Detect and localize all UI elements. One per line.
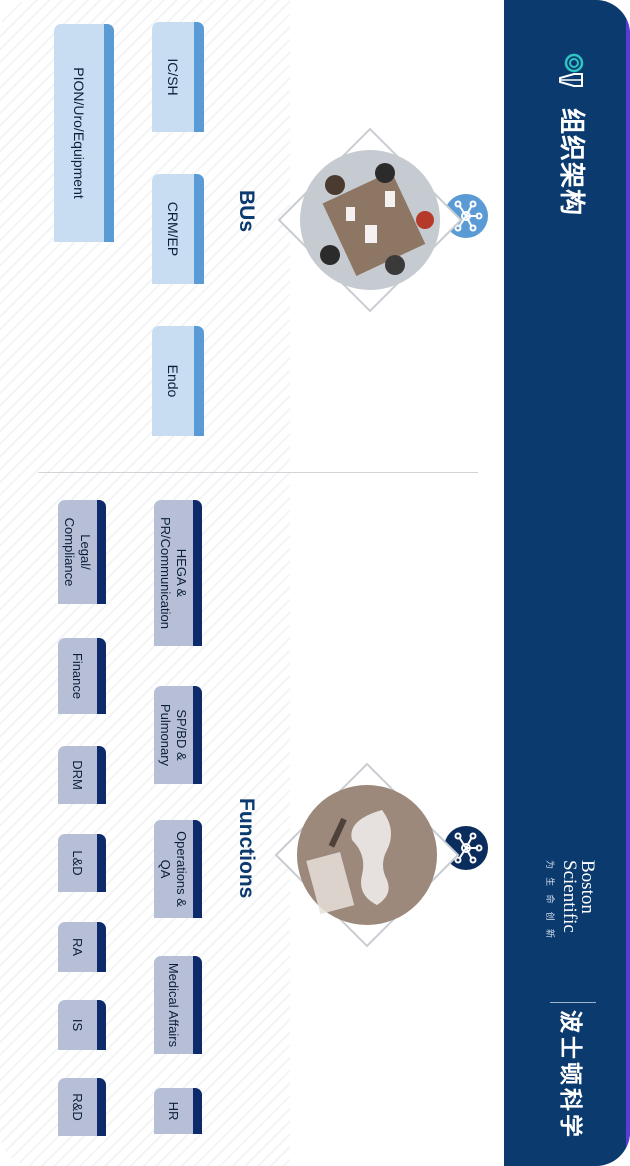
bu-tab-crm-ep[interactable]: CRM/EP — [152, 174, 204, 284]
bu-tab-endo[interactable]: Endo — [152, 326, 204, 436]
fn-tab-hega-pr-communication[interactable]: HEGA & PR/Communication — [154, 500, 202, 646]
fn-tab-label: DRM — [70, 760, 86, 790]
fn-tab-legal-compliance[interactable]: Legal/ Compliance — [58, 500, 106, 604]
fn-tab-r-and-d[interactable]: R&D — [58, 1078, 106, 1136]
bu-tab-ic-sh[interactable]: IC/SH — [152, 22, 204, 132]
fn-tab-is[interactable]: IS — [58, 1000, 106, 1050]
page-title: 组织架构 — [557, 108, 587, 217]
world-map-desk-photo — [274, 762, 460, 948]
bu-tab-label: CRM/EP — [165, 201, 181, 257]
fn-tab-label: Finance — [70, 652, 86, 700]
fn-tab-label: IS — [70, 1018, 86, 1032]
bu-tab-label: PION/Uro/Equipment — [71, 67, 87, 199]
bu-tab-pion-uro-equipment[interactable]: PION/Uro/Equipment — [54, 24, 114, 242]
brand-logo: Boston Scientific 为 生 命 创 新 — [544, 860, 598, 1000]
org-structure-slide: 组织架构 Boston Scientific 为 生 命 创 新 波士顿科学 B… — [0, 0, 630, 1166]
fn-tab-label: Medical Affairs — [166, 962, 182, 1048]
fn-tab-label: R&D — [70, 1093, 86, 1121]
fn-tab-label: HR — [166, 1101, 182, 1121]
brand-tagline: 为 生 命 创 新 — [545, 860, 555, 942]
brand-name-line1: Boston — [577, 860, 598, 914]
brand-name-line2: Scientific — [559, 860, 580, 933]
rotated-content: 组织架构 Boston Scientific 为 生 命 创 新 波士顿科学 B… — [0, 0, 630, 1166]
fn-tab-label: SP/BD & Pulmonary — [158, 703, 190, 767]
functions-section-title: Functions — [235, 798, 258, 899]
fn-tab-label: L&D — [70, 850, 86, 876]
fn-tab-ra[interactable]: RA — [58, 922, 106, 972]
fn-tab-label: Operations & QA — [158, 831, 190, 907]
brand-name-cn: 波士顿科学 — [558, 1010, 584, 1140]
fn-tab-operations-qa[interactable]: Operations & QA — [154, 820, 202, 918]
fn-tab-finance[interactable]: Finance — [58, 638, 106, 714]
people-group-icon — [559, 53, 584, 87]
fn-tab-label: RA — [70, 937, 86, 957]
fn-tab-label: Legal/ Compliance — [62, 517, 94, 587]
brand-divider — [550, 1002, 596, 1003]
header-band: 组织架构 Boston Scientific 为 生 命 创 新 波士顿科学 — [504, 0, 630, 1166]
team-meeting-photo — [277, 127, 463, 313]
bus-section-title: BUs — [235, 190, 258, 233]
section-divider — [38, 472, 478, 473]
bu-tab-label: Endo — [165, 364, 181, 398]
fn-tab-sp-bd-pulmonary[interactable]: SP/BD & Pulmonary — [154, 686, 202, 784]
fn-tab-l-and-d[interactable]: L&D — [58, 834, 106, 892]
fn-tab-hr[interactable]: HR — [154, 1088, 202, 1134]
fn-tab-label: HEGA & PR/Communication — [158, 517, 190, 629]
bu-tab-label: IC/SH — [165, 58, 181, 96]
fn-tab-drm[interactable]: DRM — [58, 746, 106, 804]
fn-tab-medical-affairs[interactable]: Medical Affairs — [154, 956, 202, 1054]
